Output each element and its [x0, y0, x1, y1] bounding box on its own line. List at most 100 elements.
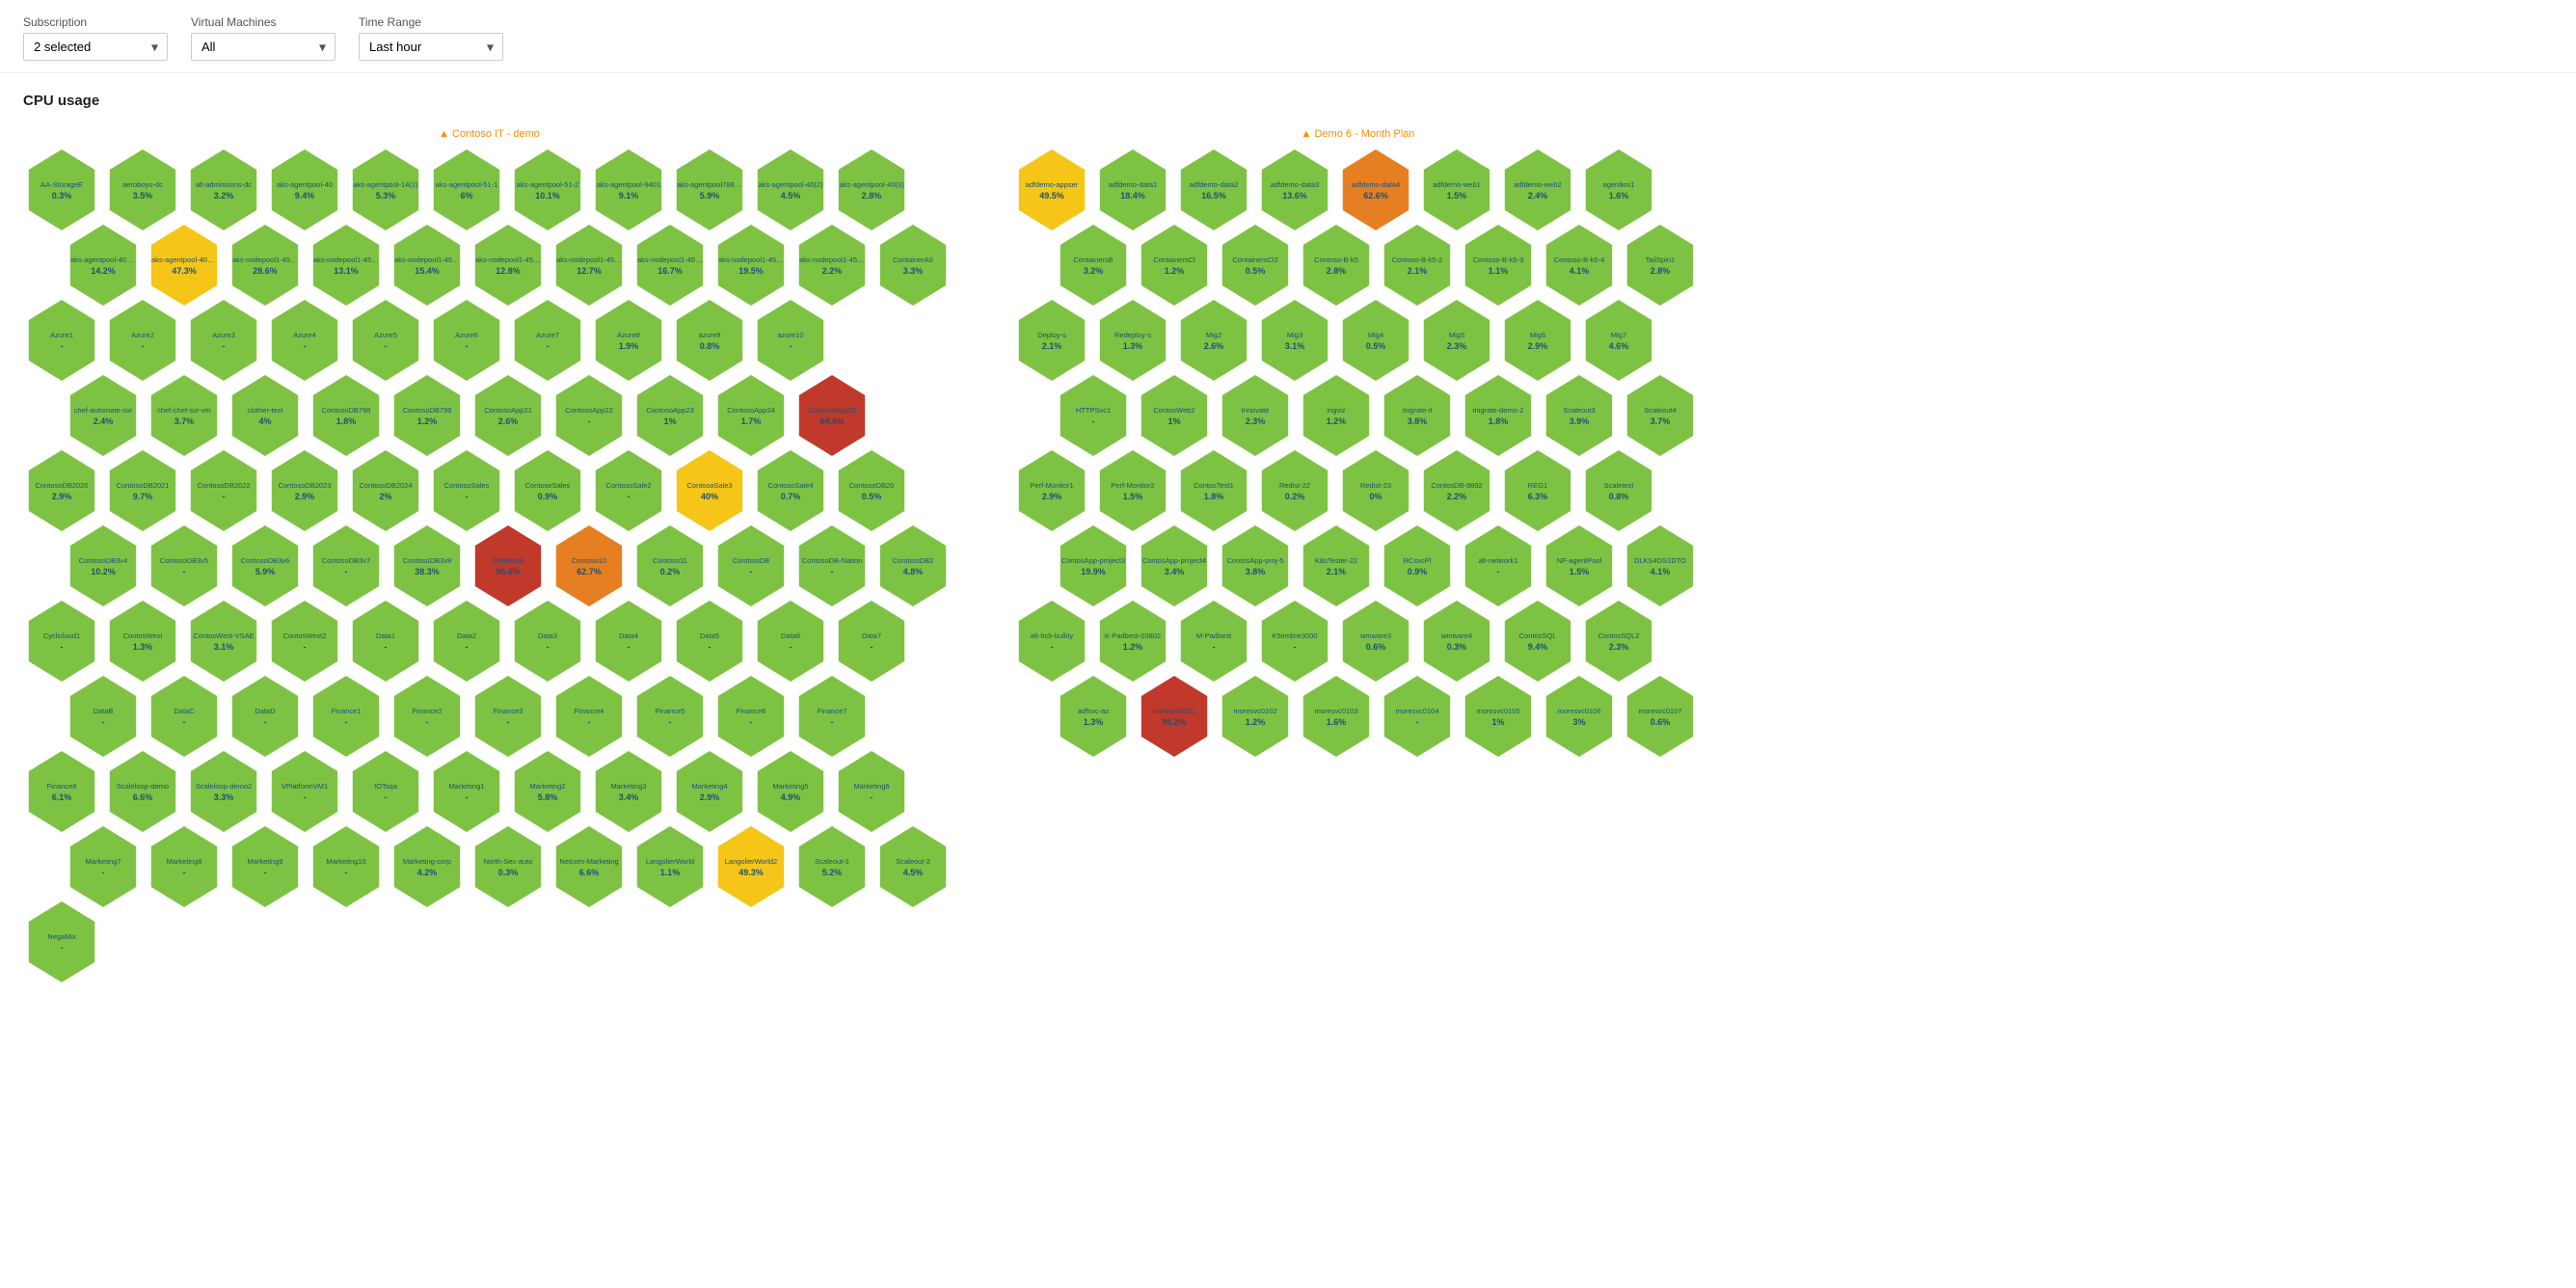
hex-cell[interactable]: ContosoDB3v410.2%	[65, 523, 142, 608]
hex-cell[interactable]: aks-nodepool1-454528.6%	[227, 223, 304, 308]
hex-cell[interactable]: aks-agentpool-51-16%	[428, 148, 505, 232]
hex-cell[interactable]: Finance1-	[308, 674, 385, 759]
hex-cell[interactable]: Data6-	[752, 599, 829, 684]
hex-cell[interactable]: azure90.8%	[671, 298, 748, 383]
hex-cell[interactable]: ContosSQL22.3%	[1580, 599, 1657, 684]
hex-cell[interactable]: alt-hcb-bullity-	[1013, 599, 1090, 684]
hex-cell[interactable]: aks-nodepool1-457212.8%	[470, 223, 547, 308]
subscription-select-wrapper[interactable]: 2 selected	[23, 33, 168, 61]
hex-cell[interactable]: K8sTester-222.1%	[1298, 523, 1375, 608]
hex-cell[interactable]: Data1-	[347, 599, 424, 684]
hex-cell[interactable]: Azure7-	[509, 298, 586, 383]
hex-cell[interactable]: Contoso1062.7%	[550, 523, 628, 608]
hex-cell[interactable]: Contoso-B-k52.8%	[1298, 223, 1375, 308]
hex-cell[interactable]: alt-network1-	[1460, 523, 1537, 608]
hex-cell[interactable]: aks-agentpool-51-210.1%	[509, 148, 586, 232]
hex-cell[interactable]: aks-agentpool-40(2)4.5%	[752, 148, 829, 232]
hex-cell[interactable]: ContosDB-98922.2%	[1418, 448, 1495, 533]
hex-cell[interactable]: Innovate2.3%	[1217, 373, 1294, 458]
hex-cell[interactable]: moresvc010195.2%	[1136, 674, 1213, 759]
hex-cell[interactable]: Contoso996.6%	[470, 523, 547, 608]
hex-cell[interactable]: DataD-	[227, 674, 304, 759]
hex-cell[interactable]: ContoseSales0.9%	[509, 448, 586, 533]
hex-cell[interactable]: ContosWest1.3%	[104, 599, 181, 684]
hex-cell[interactable]: Marketing33.4%	[590, 749, 667, 834]
hex-cell[interactable]: Mig52.3%	[1418, 298, 1495, 383]
hex-cell[interactable]: aks-nodepool1-457312.7%	[550, 223, 628, 308]
hex-cell[interactable]: ContosoDB20232.9%	[266, 448, 343, 533]
hex-cell[interactable]: Scaletest0.8%	[1580, 448, 1657, 533]
hex-cell[interactable]: ContosApp-proj-53.8%	[1217, 523, 1294, 608]
hex-cell[interactable]: ContosWest-VSAE3.1%	[185, 599, 262, 684]
hex-cell[interactable]: ContosoApp212.6%	[470, 373, 547, 458]
hex-cell[interactable]: aks-agentpool-4011914.2%	[65, 223, 142, 308]
hex-cell[interactable]: Deploy-s2.1%	[1013, 298, 1090, 383]
hex-cell[interactable]: ContosoDB20219.7%	[104, 448, 181, 533]
hex-cell[interactable]: Redeploy-s1.3%	[1094, 298, 1171, 383]
time-range-select[interactable]: Last hour	[359, 33, 503, 61]
hex-cell[interactable]: Finance7-	[793, 674, 871, 759]
hex-cell[interactable]: Azure2-	[104, 298, 181, 383]
hex-cell[interactable]: ContosoDB2022-	[185, 448, 262, 533]
hex-cell[interactable]: DLKS4DS1DTO4.1%	[1622, 523, 1699, 608]
hex-cell[interactable]: migrate-it3.8%	[1379, 373, 1456, 458]
hex-cell[interactable]: ContosoApp231%	[631, 373, 709, 458]
hex-cell[interactable]: Marketing9-	[227, 824, 304, 909]
hex-cell[interactable]: moresvc01063%	[1541, 674, 1618, 759]
hex-cell[interactable]: M-Padbest-	[1175, 599, 1252, 684]
hex-cell[interactable]: LangolierWorld1.1%	[631, 824, 709, 909]
hex-cell[interactable]: ContosoDB3v65.9%	[227, 523, 304, 608]
hex-cell[interactable]: RCsvcPl0.9%	[1379, 523, 1456, 608]
hex-cell[interactable]: ContainersCl1.2%	[1136, 223, 1213, 308]
hex-cell[interactable]: adfdemo-web22.4%	[1499, 148, 1576, 232]
hex-cell[interactable]: Azure1-	[23, 298, 100, 383]
hex-cell[interactable]: ContainersB3.2%	[1055, 223, 1132, 308]
hex-cell[interactable]: Azure4-	[266, 298, 343, 383]
hex-cell[interactable]: DataC-	[146, 674, 223, 759]
hex-cell[interactable]: Scaleout33.9%	[1541, 373, 1618, 458]
hex-cell[interactable]: wmware30.6%	[1337, 599, 1414, 684]
hex-cell[interactable]: ingviz1.2%	[1298, 373, 1375, 458]
hex-cell[interactable]: Contoso110.2%	[631, 523, 709, 608]
hex-cell[interactable]: moresvc01021.2%	[1217, 674, 1294, 759]
hex-cell[interactable]: ContosoSale340%	[671, 448, 748, 533]
hex-cell[interactable]: LangolierWorld249.3%	[712, 824, 790, 909]
hex-cell[interactable]: ContosoSale2-	[590, 448, 667, 533]
hex-cell[interactable]: Data2-	[428, 599, 505, 684]
hex-cell[interactable]: ContosWest2-	[266, 599, 343, 684]
hex-cell[interactable]: ContosoDB24.8%	[874, 523, 952, 608]
hex-cell[interactable]: adfdemo-appser49.5%	[1013, 148, 1090, 232]
hex-cell[interactable]: HTTPSvc1-	[1055, 373, 1132, 458]
hex-cell[interactable]: ContosoDB7991.2%	[389, 373, 466, 458]
hex-cell[interactable]: moresvc01070.6%	[1622, 674, 1699, 759]
hex-cell[interactable]: Finance5-	[631, 674, 709, 759]
hex-cell[interactable]: VPlatformVM1-	[266, 749, 343, 834]
hex-cell[interactable]: aks-nodepool1-45762.2%	[793, 223, 871, 308]
hex-cell[interactable]: Mig33.1%	[1256, 298, 1333, 383]
hex-cell[interactable]: IOTsqa-	[347, 749, 424, 834]
hex-cell[interactable]: NF-agentPool1.5%	[1541, 523, 1618, 608]
hex-cell[interactable]: aks-agentpool-14(1)5.3%	[347, 148, 424, 232]
hex-cell[interactable]: Contoso-B-k5-44.1%	[1541, 223, 1618, 308]
hex-cell[interactable]: ContosSQL9.4%	[1499, 599, 1576, 684]
vm-select-wrapper[interactable]: All	[191, 33, 335, 61]
hex-cell[interactable]: Scaleloop-demo6.6%	[104, 749, 181, 834]
hex-cell[interactable]: moresvc0104-	[1379, 674, 1456, 759]
subscription-select[interactable]: 2 selected	[23, 33, 168, 61]
hex-cell[interactable]: Redist-220.2%	[1256, 448, 1333, 533]
hex-cell[interactable]: Marketing10-	[308, 824, 385, 909]
hex-cell[interactable]: Scaleout-24.5%	[874, 824, 952, 909]
hex-cell[interactable]: ContosApp-project319.9%	[1055, 523, 1132, 608]
hex-cell[interactable]: aks-agentpool-4077847.3%	[146, 223, 223, 308]
hex-cell[interactable]: adfdemo-data216.5%	[1175, 148, 1252, 232]
hex-cell[interactable]: Mig62.9%	[1499, 298, 1576, 383]
hex-cell[interactable]: TailSpin12.8%	[1622, 223, 1699, 308]
hex-cell[interactable]: ContainerA03.3%	[874, 223, 952, 308]
hex-cell[interactable]: aks-nodepool1-457115.4%	[389, 223, 466, 308]
hex-cell[interactable]: Marketing6-	[833, 749, 910, 834]
hex-cell[interactable]: agentkm11.6%	[1580, 148, 1657, 232]
hex-cell[interactable]: adfsvc-az1.3%	[1055, 674, 1132, 759]
hex-cell[interactable]: aks-nodepool1-457519.5%	[712, 223, 790, 308]
hex-cell[interactable]: ContosoApp2594.4%	[793, 373, 871, 458]
hex-cell[interactable]: ContosoDB7981.8%	[308, 373, 385, 458]
